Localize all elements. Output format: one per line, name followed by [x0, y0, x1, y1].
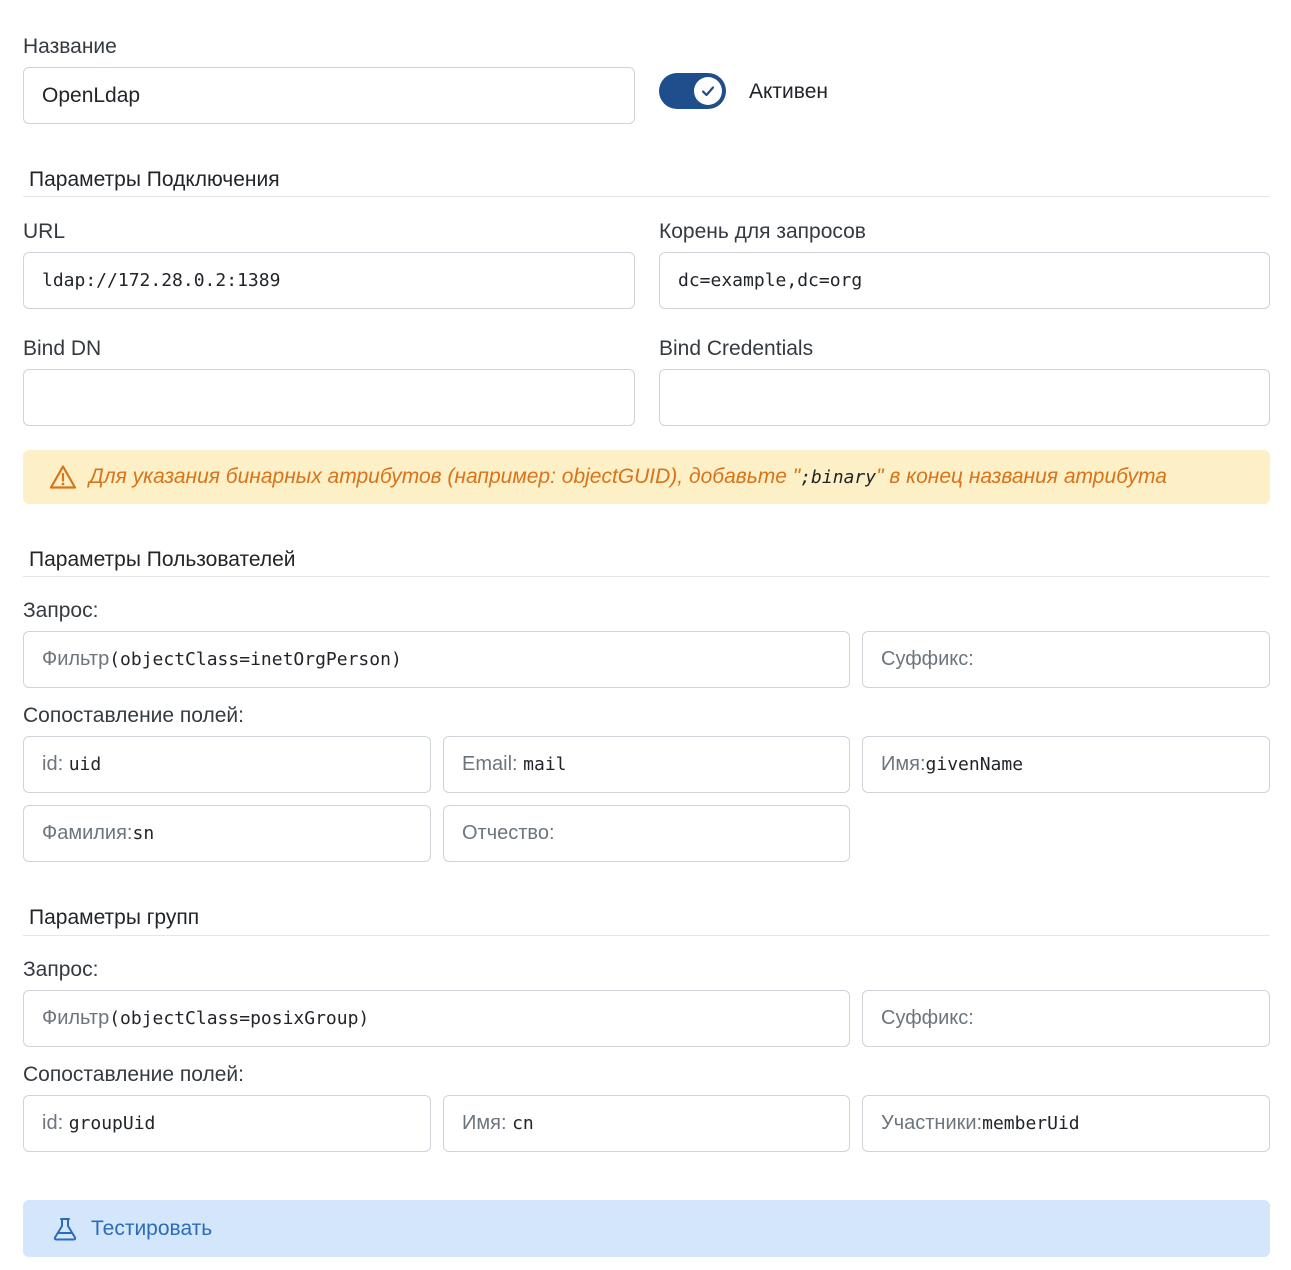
groups-filter-value: (objectClass=posixGroup)	[109, 1008, 370, 1029]
url-label: URL	[23, 220, 66, 243]
users-email-value: mail	[523, 754, 567, 775]
users-filter-value: (objectClass=inetOrgPerson)	[109, 649, 402, 670]
toggle-knob	[694, 77, 722, 105]
divider	[23, 576, 1270, 577]
groups-members-value: memberUid	[982, 1113, 1080, 1134]
users-middlename-input[interactable]: Отчество:	[443, 805, 850, 862]
root-input[interactable]: dc=example,dc=org	[659, 252, 1270, 309]
url-input[interactable]: ldap://172.28.0.2:1389	[23, 252, 635, 309]
users-filter-prefix: Фильтр	[42, 648, 110, 670]
root-value: dc=example,dc=org	[678, 270, 863, 291]
groups-name-input[interactable]: Имя: cn	[443, 1095, 850, 1152]
bind-credentials-input[interactable]	[659, 369, 1270, 426]
name-input[interactable]: OpenLdap	[23, 67, 635, 124]
users-firstname-input[interactable]: Имя: givenName	[862, 736, 1270, 793]
bind-dn-input[interactable]	[23, 369, 635, 426]
users-firstname-prefix: Имя:	[881, 753, 926, 775]
users-middlename-placeholder: Отчество:	[462, 822, 555, 844]
users-filter-input[interactable]: Фильтр (objectClass=inetOrgPerson)	[23, 631, 850, 688]
groups-id-input[interactable]: id: groupUid	[23, 1095, 431, 1152]
users-lastname-value: sn	[132, 823, 155, 844]
groups-name-value: cn	[512, 1113, 534, 1134]
users-suffix-placeholder: Суффикс:	[881, 648, 974, 670]
warning-icon	[49, 465, 77, 489]
groups-section-title: Параметры групп	[29, 906, 200, 929]
users-id-value: uid	[68, 754, 102, 775]
check-icon	[701, 86, 715, 97]
users-email-input[interactable]: Email: mail	[443, 736, 850, 793]
users-lastname-input[interactable]: Фамилия: sn	[23, 805, 431, 862]
users-id-prefix: id:	[42, 753, 64, 775]
users-id-input[interactable]: id: uid	[23, 736, 431, 793]
active-toggle[interactable]	[659, 73, 726, 109]
binary-attributes-alert: Для указания бинарных атрибутов (наприме…	[23, 450, 1270, 504]
name-value: OpenLdap	[42, 83, 141, 107]
test-button[interactable]: Тестировать	[23, 1200, 1270, 1257]
groups-id-value: groupUid	[68, 1113, 156, 1134]
groups-mapping-label: Сопоставление полей:	[23, 1063, 244, 1086]
users-email-prefix: Email:	[462, 753, 518, 775]
groups-filter-input[interactable]: Фильтр (objectClass=posixGroup)	[23, 990, 850, 1047]
active-label: Активен	[749, 80, 828, 103]
users-query-label: Запрос:	[23, 599, 99, 622]
name-label: Название	[23, 35, 117, 58]
groups-name-prefix: Имя:	[462, 1112, 507, 1134]
users-mapping-label: Сопоставление полей:	[23, 704, 244, 727]
url-value: ldap://172.28.0.2:1389	[42, 270, 281, 291]
groups-members-input[interactable]: Участники: memberUid	[862, 1095, 1270, 1152]
groups-filter-prefix: Фильтр	[42, 1007, 110, 1029]
flask-icon	[53, 1217, 77, 1240]
groups-suffix-input[interactable]: Суффикс:	[862, 990, 1270, 1047]
divider	[23, 935, 1270, 936]
alert-code: ;binary	[800, 466, 877, 488]
groups-suffix-placeholder: Суффикс:	[881, 1007, 974, 1029]
alert-text-after: " в конец названия атрибута	[876, 465, 1167, 488]
connection-section-title: Параметры Подключения	[29, 168, 280, 191]
users-suffix-input[interactable]: Суффикс:	[862, 631, 1270, 688]
groups-id-prefix: id:	[42, 1112, 64, 1134]
users-section-title: Параметры Пользователей	[29, 548, 296, 571]
users-firstname-value: givenName	[925, 754, 1024, 775]
groups-query-label: Запрос:	[23, 958, 99, 981]
groups-members-prefix: Участники:	[881, 1112, 983, 1134]
divider	[23, 196, 1270, 197]
bind-dn-label: Bind DN	[23, 337, 102, 360]
alert-text-before: Для указания бинарных атрибутов (наприме…	[89, 465, 801, 488]
users-lastname-prefix: Фамилия:	[42, 822, 133, 844]
test-button-label: Тестировать	[91, 1216, 213, 1240]
bind-credentials-label: Bind Credentials	[659, 337, 814, 360]
root-label: Корень для запросов	[659, 220, 866, 243]
